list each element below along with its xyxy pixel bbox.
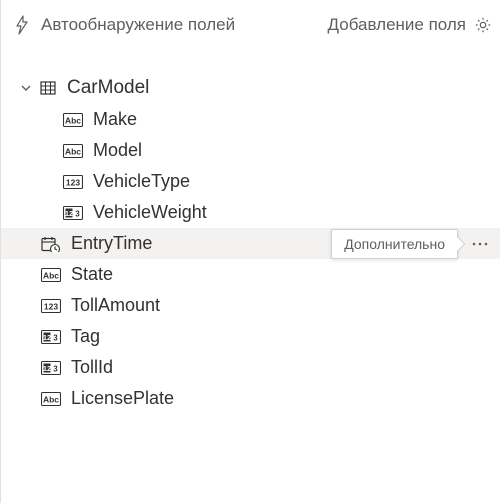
datetime-type-icon xyxy=(41,236,61,252)
field-row[interactable]: Make xyxy=(1,104,500,135)
panel-header: Автообнаружение полей Добавление поля xyxy=(1,0,500,50)
field-row[interactable]: State xyxy=(1,259,500,290)
field-row[interactable]: VehicleType xyxy=(1,166,500,197)
abc-type-icon xyxy=(41,391,61,407)
abc-type-icon xyxy=(41,267,61,283)
field-label: VehicleWeight xyxy=(93,202,207,223)
numkey-type-icon xyxy=(63,205,83,221)
field-label: State xyxy=(71,264,113,285)
field-row[interactable]: LicensePlate xyxy=(1,383,500,414)
field-label: Model xyxy=(93,140,142,161)
field-row[interactable]: TollAmount xyxy=(1,290,500,321)
field-row[interactable]: VehicleWeight xyxy=(1,197,500,228)
chevron-down-icon[interactable] xyxy=(19,81,33,95)
field-row[interactable]: Tag xyxy=(1,321,500,352)
field-label: Make xyxy=(93,109,137,130)
group-row-carmodel[interactable]: CarModel xyxy=(1,72,500,104)
num-type-icon xyxy=(41,298,61,314)
add-field-button[interactable]: Добавление поля xyxy=(328,15,466,35)
abc-type-icon xyxy=(63,112,83,128)
field-label: LicensePlate xyxy=(71,388,174,409)
field-label: VehicleType xyxy=(93,171,190,192)
field-label: Tag xyxy=(71,326,100,347)
more-options-tooltip: Дополнительно xyxy=(331,229,458,259)
abc-type-icon xyxy=(63,143,83,159)
fields-panel: Автообнаружение полей Добавление поля Ca… xyxy=(0,0,500,503)
group-label: CarModel xyxy=(67,77,149,99)
numkey-type-icon xyxy=(41,360,61,376)
field-row[interactable]: EntryTime Дополнительно xyxy=(1,228,500,259)
autodetect-fields-button[interactable]: Автообнаружение полей xyxy=(41,15,235,35)
field-label: TollId xyxy=(71,357,113,378)
table-icon xyxy=(39,79,57,97)
numkey-type-icon xyxy=(41,329,61,345)
gear-icon[interactable] xyxy=(474,16,492,34)
field-tree: CarModel Make Model VehicleType VehicleWeig… xyxy=(1,50,500,414)
lightning-icon xyxy=(13,16,31,34)
field-label: TollAmount xyxy=(71,295,160,316)
more-options-icon[interactable] xyxy=(468,232,492,256)
field-row[interactable]: Model xyxy=(1,135,500,166)
num-type-icon xyxy=(63,174,83,190)
field-label: EntryTime xyxy=(71,233,152,254)
field-row[interactable]: TollId xyxy=(1,352,500,383)
